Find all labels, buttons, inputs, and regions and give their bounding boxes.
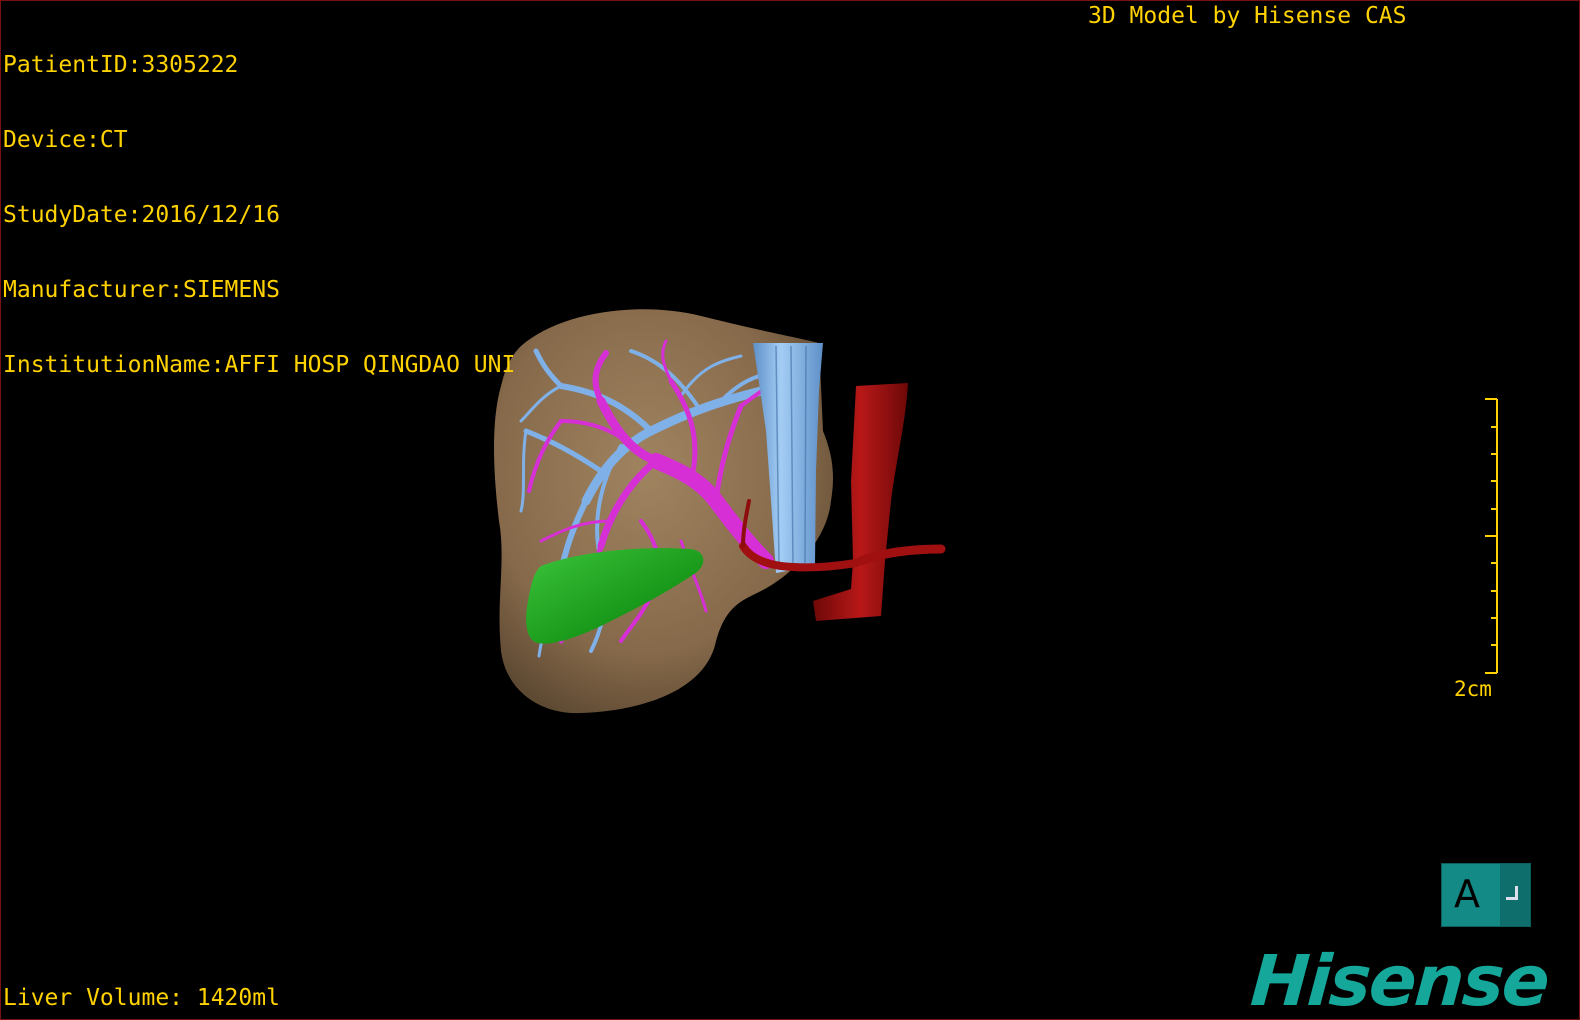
scale-ruler-label: 2cm [1454, 677, 1492, 701]
hisense-logo: Hisense [1248, 940, 1551, 1020]
study-date: StudyDate:2016/12/16 [3, 202, 280, 228]
model-brand-caption: 3D Model by Hisense CAS [1088, 3, 1407, 29]
liver-volume-readout: Liver Volume: 1420ml [3, 985, 280, 1011]
orientation-cube-side [1500, 864, 1530, 926]
orientation-corner-icon [1506, 886, 1518, 900]
3d-viewport[interactable]: PatientID:3305222 Device:CT StudyDate:20… [0, 0, 1580, 1020]
patient-id: PatientID:3305222 [3, 52, 239, 78]
manufacturer: Manufacturer:SIEMENS [3, 277, 280, 303]
device: Device:CT [3, 127, 128, 153]
scale-ruler [1485, 398, 1498, 674]
orientation-cube[interactable]: A [1441, 863, 1531, 927]
dicom-info-overlay: PatientID:3305222 Device:CT StudyDate:20… [3, 3, 515, 428]
institution-name: InstitutionName:AFFI HOSP QINGDAO UNI [3, 352, 516, 378]
orientation-label: A [1454, 872, 1480, 916]
